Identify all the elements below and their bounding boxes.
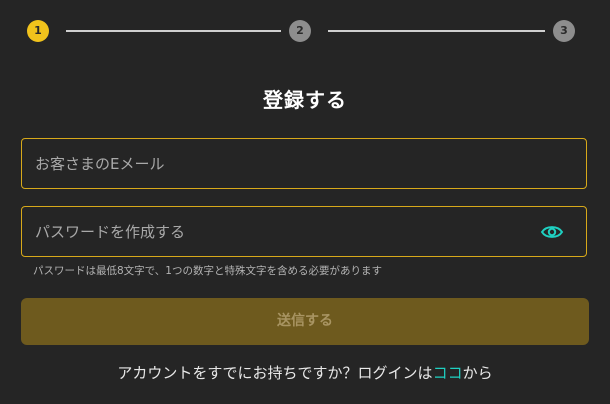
login-prompt-suffix: から — [462, 364, 493, 382]
page-title: 登録する — [263, 88, 347, 112]
login-prompt: アカウントをすでにお持ちですか？ログインはココから — [0, 362, 610, 383]
progress-stepper: 1 2 3 — [27, 20, 575, 42]
login-prompt-text: アカウントをすでにお持ちですか？ログインは — [117, 364, 433, 382]
password-field-container — [21, 206, 587, 257]
email-field[interactable] — [22, 139, 586, 188]
password-hint: パスワードは最低8文字で、1つの数字と特殊文字を含める必要があります — [33, 265, 382, 277]
step-connector-2 — [328, 30, 545, 32]
step-connector-1 — [66, 30, 281, 32]
step-3-indicator: 3 — [553, 20, 575, 42]
eye-icon[interactable] — [540, 222, 564, 242]
submit-button[interactable]: 送信する — [21, 298, 589, 345]
login-link[interactable]: ココ — [433, 364, 463, 382]
password-field[interactable] — [22, 207, 586, 256]
step-2-indicator: 2 — [289, 20, 311, 42]
step-1-indicator: 1 — [27, 20, 49, 42]
email-field-container — [21, 138, 587, 189]
